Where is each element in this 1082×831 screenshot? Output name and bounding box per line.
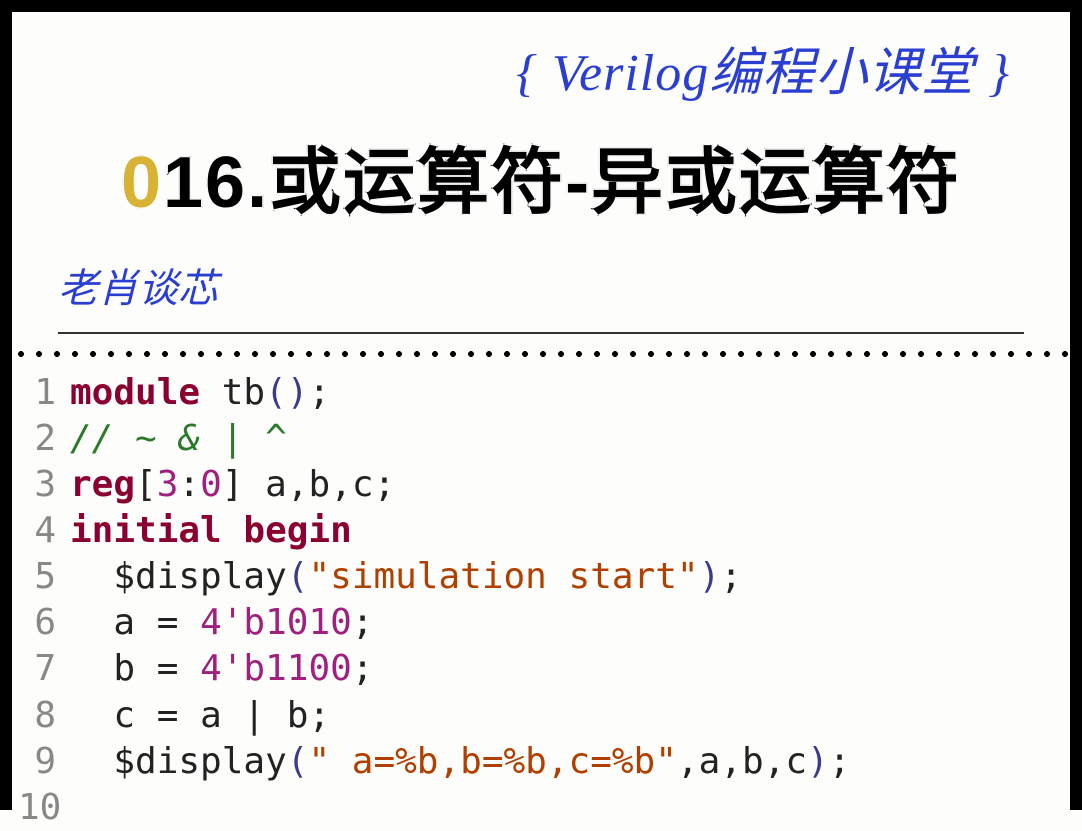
token-kw: module — [70, 372, 200, 413]
line-number: 3 — [18, 462, 70, 508]
title-leading-zero: 0 — [121, 143, 163, 223]
token-punct: : — [178, 464, 200, 505]
token-ident — [178, 648, 200, 689]
series-title: { Verilog编程小课堂 } — [52, 30, 1030, 105]
code-content: $display(" a=%b,b=%b,c=%b",a,b,c); — [70, 739, 850, 785]
dotted-separator — [12, 344, 1070, 366]
token-comment: // ~ & | ^ — [70, 418, 287, 459]
token-punct: [ — [135, 464, 157, 505]
author-name: 老肖谈芯 — [58, 256, 1030, 314]
token-str: "simulation start" — [308, 556, 698, 597]
token-ident: b — [742, 741, 764, 782]
line-number: 2 — [18, 416, 70, 462]
token-punct: , — [720, 741, 742, 782]
token-punct: ; — [308, 695, 330, 736]
token-punct: ; — [374, 464, 396, 505]
token-ident: c — [70, 695, 157, 736]
line-number: 5 — [18, 554, 70, 600]
code-content: b = 4'b1100; — [70, 646, 373, 692]
code-content: module tb(); — [70, 370, 330, 416]
token-str: " a=%b,b=%b,c=%b" — [308, 741, 676, 782]
code-content: initial begin — [70, 508, 352, 554]
token-sys: $display — [113, 741, 286, 782]
token-ident: c — [352, 464, 374, 505]
token-punct: , — [287, 464, 309, 505]
token-op: = — [157, 648, 179, 689]
token-ident: c — [785, 741, 807, 782]
code-line: 2// ~ & | ^ — [18, 416, 1070, 462]
token-ident: a — [699, 741, 721, 782]
code-line: 6 a = 4'b1010; — [18, 600, 1070, 646]
code-content: a = 4'b1010; — [70, 600, 373, 646]
token-num: 3 — [157, 464, 179, 505]
token-kw: reg — [70, 464, 135, 505]
page-frame: { Verilog编程小课堂 } 016.或运算符-异或运算符 老肖谈芯 1mo… — [0, 0, 1082, 810]
token-ident: b — [70, 648, 157, 689]
line-number: 9 — [18, 739, 70, 785]
token-op: = — [157, 602, 179, 643]
divider-line — [58, 332, 1024, 334]
code-line: 8 c = a | b; — [18, 693, 1070, 739]
token-sys: $display — [113, 556, 286, 597]
token-punct: ; — [720, 556, 742, 597]
token-ident — [70, 741, 113, 782]
token-paren: ( — [287, 741, 309, 782]
token-punct: ] — [222, 464, 244, 505]
code-line: 10 — [18, 785, 1070, 831]
code-line: 5 $display("simulation start"); — [18, 554, 1070, 600]
header-section: { Verilog编程小课堂 } 016.或运算符-异或运算符 老肖谈芯 — [12, 12, 1070, 334]
token-num: 4'b1010 — [200, 602, 352, 643]
line-number: 7 — [18, 646, 70, 692]
line-number: 6 — [18, 600, 70, 646]
token-punct: ; — [829, 741, 851, 782]
line-number: 1 — [18, 370, 70, 416]
code-line: 7 b = 4'b1100; — [18, 646, 1070, 692]
token-op: = — [157, 695, 179, 736]
token-ident: b — [265, 695, 308, 736]
code-content: // ~ & | ^ — [70, 416, 287, 462]
line-number: 10 — [18, 785, 70, 831]
code-line: 1module tb(); — [18, 370, 1070, 416]
line-number: 8 — [18, 693, 70, 739]
code-line: 4initial begin — [18, 508, 1070, 554]
token-paren: () — [265, 372, 308, 413]
token-paren: ) — [699, 556, 721, 597]
token-num: 0 — [200, 464, 222, 505]
lesson-title: 016.或运算符-异或运算符 — [52, 123, 1030, 228]
token-ident — [70, 556, 113, 597]
token-kw: initial begin — [70, 510, 352, 551]
token-ident: a — [178, 695, 243, 736]
token-paren: ( — [287, 556, 309, 597]
code-content: c = a | b; — [70, 693, 330, 739]
code-block: 1module tb();2// ~ & | ^3reg[3:0] a,b,c;… — [12, 366, 1070, 831]
line-number: 4 — [18, 508, 70, 554]
code-content: $display("simulation start"); — [70, 554, 742, 600]
token-ident: a — [70, 602, 157, 643]
token-ident: a — [243, 464, 286, 505]
token-punct: ; — [352, 648, 374, 689]
token-punct: , — [677, 741, 699, 782]
title-text: 16.或运算符-异或运算符 — [163, 143, 961, 223]
token-punct: ; — [308, 372, 330, 413]
token-ident: b — [309, 464, 331, 505]
code-content: reg[3:0] a,b,c; — [70, 462, 395, 508]
token-paren: ) — [807, 741, 829, 782]
token-punct: , — [330, 464, 352, 505]
token-punct: ; — [352, 602, 374, 643]
token-ident: tb — [200, 372, 265, 413]
code-line: 3reg[3:0] a,b,c; — [18, 462, 1070, 508]
code-line: 9 $display(" a=%b,b=%b,c=%b",a,b,c); — [18, 739, 1070, 785]
token-op: | — [243, 695, 265, 736]
token-punct: , — [764, 741, 786, 782]
token-num: 4'b1100 — [200, 648, 352, 689]
token-ident — [178, 602, 200, 643]
